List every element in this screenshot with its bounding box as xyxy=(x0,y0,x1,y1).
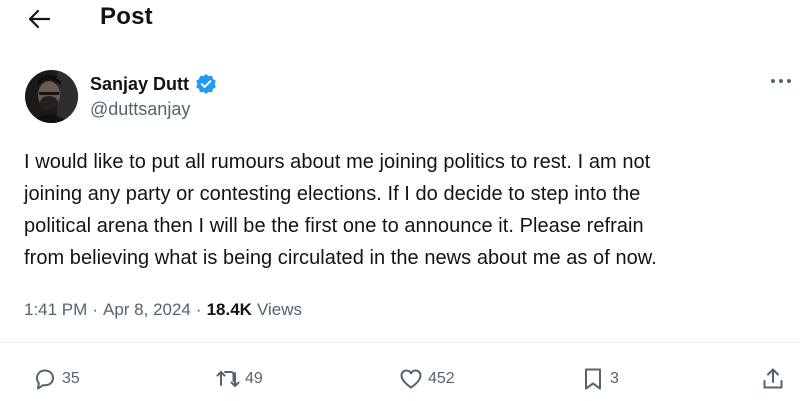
repost-icon xyxy=(216,371,240,387)
divider xyxy=(0,342,800,343)
action-bar: 35 49 452 3 xyxy=(0,360,800,400)
bookmark-count: 3 xyxy=(610,370,619,387)
back-button[interactable] xyxy=(24,6,54,32)
arrow-left-icon xyxy=(28,9,50,29)
heart-icon xyxy=(400,369,422,389)
reply-icon xyxy=(36,369,54,390)
like-button[interactable]: 452 xyxy=(398,366,455,392)
reply-count: 35 xyxy=(62,370,80,387)
author-info: Sanjay Dutt @duttsanjay xyxy=(90,72,217,120)
share-button[interactable] xyxy=(760,366,786,392)
page-title: Post xyxy=(100,3,153,30)
more-options-button[interactable] xyxy=(768,74,794,88)
post-date[interactable]: Apr 8, 2024 xyxy=(103,300,191,320)
author-name[interactable]: Sanjay Dutt xyxy=(90,74,189,95)
post-metadata: 1:41 PM · Apr 8, 2024 · 18.4K Views xyxy=(24,300,302,320)
views-count: 18.4K xyxy=(206,300,252,319)
profile-photo xyxy=(25,70,78,123)
post-text: I would like to put all rumours about me… xyxy=(24,151,657,269)
reply-button[interactable]: 35 xyxy=(32,366,80,392)
meta-separator: · xyxy=(92,300,98,319)
bookmark-icon xyxy=(585,368,601,390)
post-time[interactable]: 1:41 PM xyxy=(24,300,87,320)
bookmark-button[interactable]: 3 xyxy=(580,366,619,392)
share-icon xyxy=(763,368,783,389)
top-bar: Post xyxy=(0,0,800,40)
views-label: Views xyxy=(256,300,302,319)
avatar[interactable] xyxy=(25,70,78,123)
repost-count: 49 xyxy=(245,370,263,387)
author-handle[interactable]: @duttsanjay xyxy=(90,99,217,120)
like-count: 452 xyxy=(428,370,455,387)
more-horizontal-icon xyxy=(771,79,791,83)
verified-badge-icon xyxy=(196,74,216,94)
repost-button[interactable]: 49 xyxy=(215,366,263,392)
meta-separator: · xyxy=(195,300,202,319)
